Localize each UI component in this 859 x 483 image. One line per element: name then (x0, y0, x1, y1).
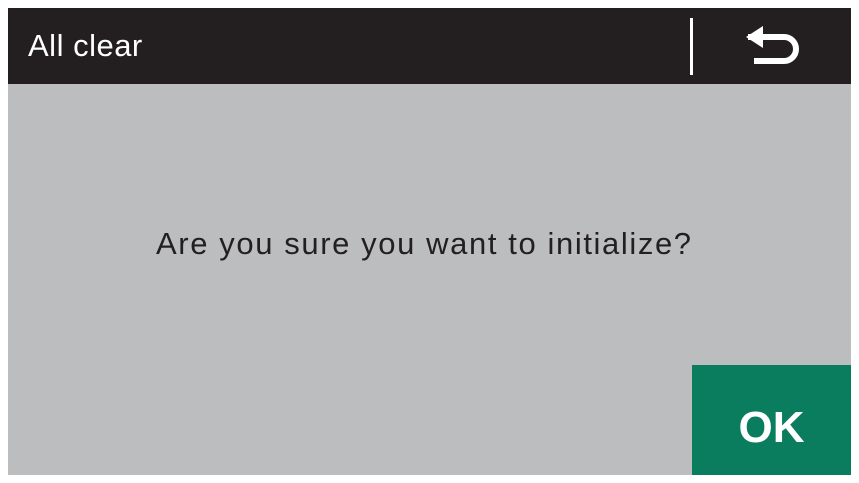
confirmation-message: Are you sure you want to initialize? (156, 226, 693, 261)
touch-screen: All clear Are you sure you want to initi… (8, 8, 851, 475)
title-bar: All clear (8, 8, 851, 84)
ok-button[interactable]: OK (692, 365, 851, 475)
ok-button-label: OK (738, 403, 805, 452)
back-button[interactable] (696, 8, 851, 84)
device-frame: All clear Are you sure you want to initi… (0, 0, 859, 483)
page-title: All clear (28, 28, 143, 63)
title-divider (690, 18, 693, 75)
